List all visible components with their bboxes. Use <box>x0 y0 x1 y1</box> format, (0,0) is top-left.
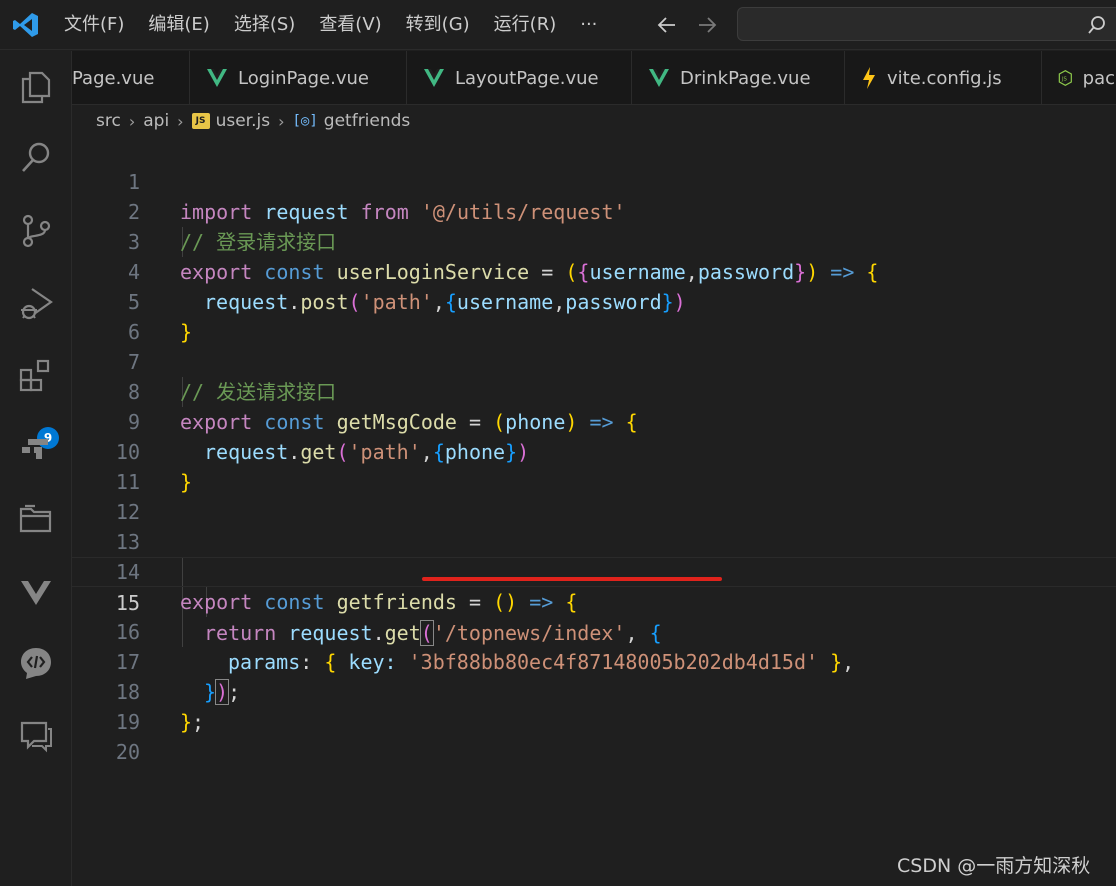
breadcrumb-api[interactable]: api <box>143 111 169 131</box>
menu-bar: 文件(F) 编辑(E) 选择(S) 查看(V) 转到(G) 运行(R) ··· <box>64 12 621 38</box>
tab-label: DrinkPage.vue <box>680 67 811 89</box>
tab-drink-page[interactable]: DrinkPage.vue <box>632 51 845 104</box>
code-line: 13 <box>72 497 1116 554</box>
chevron-right-icon: › <box>177 111 184 131</box>
title-bar: 文件(F) 编辑(E) 选择(S) 查看(V) 转到(G) 运行(R) ··· <box>0 0 1116 50</box>
chevron-right-icon: › <box>128 111 136 131</box>
code-line: 3 export const userLoginService = ({user… <box>72 197 1116 284</box>
run-debug-icon[interactable] <box>16 283 56 323</box>
js-file-icon: JS <box>191 113 210 129</box>
command-center-search[interactable] <box>737 7 1116 41</box>
tab-label: Page.vue <box>72 67 155 89</box>
code-line: 9 request.get('path',{phone}) <box>72 377 1116 464</box>
symbol-icon: [◎] <box>292 113 318 129</box>
vue-icon <box>424 69 444 87</box>
tab-vite-config[interactable]: vite.config.js <box>845 51 1042 104</box>
code-line: 7 // 发送请求接口 <box>72 317 1116 404</box>
source-control-icon[interactable] <box>16 211 56 251</box>
menu-more[interactable]: ··· <box>580 12 609 38</box>
code-line: 19 <box>72 677 1116 734</box>
code-line: 11 <box>72 437 1116 494</box>
activity-bar: 9 <box>0 51 72 886</box>
code-line: 14 export const getfriends = () => { <box>72 527 1116 614</box>
forward-arrow-icon[interactable] <box>694 12 720 38</box>
tab-layout-page[interactable]: LayoutPage.vue <box>407 51 632 104</box>
red-underline-annotation <box>422 577 722 581</box>
code-line: 4 request.post('path',{username,password… <box>72 227 1116 314</box>
vue-icon <box>649 69 669 87</box>
code-line: 12 <box>72 467 1116 524</box>
svg-text:JS: JS <box>1061 77 1068 83</box>
code-editor[interactable]: 1 import request from '@/utils/request' … <box>72 137 1116 886</box>
menu-view[interactable]: 查看(V) <box>319 12 393 38</box>
code-line: 2 // 登录请求接口 <box>72 167 1116 254</box>
code-line: 6 <box>72 287 1116 344</box>
menu-edit[interactable]: 编辑(E) <box>148 12 221 38</box>
tab-label: vite.config.js <box>887 67 1002 89</box>
tab-label: LayoutPage.vue <box>455 67 599 89</box>
code-line-current: 15 return request.get('/topnews/index', … <box>72 557 1116 646</box>
vue-tools-icon[interactable] <box>16 571 56 611</box>
line-number: 20 <box>115 740 140 764</box>
csdn-watermark: CSDN @一雨方知深秋 <box>897 855 1091 877</box>
tab-label: pac <box>1082 67 1115 89</box>
back-arrow-icon[interactable] <box>654 12 680 38</box>
code-line: 8 export const getMsgCode = (phone) => { <box>72 347 1116 434</box>
node-icon: JS <box>1058 69 1072 87</box>
menu-go[interactable]: 转到(G) <box>406 12 482 38</box>
remote-explorer-icon[interactable] <box>16 427 56 467</box>
comments-icon[interactable] <box>16 715 56 755</box>
code-line: 18 }; <box>72 647 1116 734</box>
search-icon[interactable] <box>16 137 56 177</box>
nav-arrows <box>654 12 720 38</box>
extensions-icon[interactable] <box>16 356 56 396</box>
tab-label: LoginPage.vue <box>238 67 369 89</box>
code-line: 20 <box>72 707 1116 764</box>
tab-page-vue[interactable]: Page.vue <box>72 51 190 104</box>
menu-selection[interactable]: 选择(S) <box>234 12 307 38</box>
tab-package-json[interactable]: JS pac <box>1042 51 1116 104</box>
menu-file[interactable]: 文件(F) <box>64 12 136 38</box>
chevron-right-icon: › <box>278 111 285 131</box>
code-line: 16 params: { key: '3bf88bb80ec4f87148005… <box>72 587 1116 674</box>
tab-login-page[interactable]: LoginPage.vue <box>190 51 407 104</box>
code-line: 5 } <box>72 257 1116 344</box>
menu-run[interactable]: 运行(R) <box>494 12 569 38</box>
code-line: 17 }); <box>72 617 1116 705</box>
vite-icon <box>863 67 875 89</box>
breadcrumb-file[interactable]: user.js <box>216 111 271 131</box>
vscode-logo-icon <box>13 13 38 37</box>
vue-icon <box>207 69 227 87</box>
code-line: 1 import request from '@/utils/request' <box>72 137 1116 224</box>
breadcrumb: src › api › JS user.js › [◎] getfriends <box>96 108 410 134</box>
folders-icon[interactable] <box>16 498 56 538</box>
editor-tabs: Page.vue LoginPage.vue LayoutPage.vue Dr… <box>72 51 1116 105</box>
search-icon <box>1088 16 1105 34</box>
code-chat-icon[interactable] <box>16 643 56 683</box>
code-line: 10 } <box>72 407 1116 494</box>
breadcrumb-src[interactable]: src <box>96 111 121 131</box>
explorer-icon[interactable] <box>16 67 56 107</box>
breadcrumb-symbol[interactable]: getfriends <box>324 111 411 131</box>
